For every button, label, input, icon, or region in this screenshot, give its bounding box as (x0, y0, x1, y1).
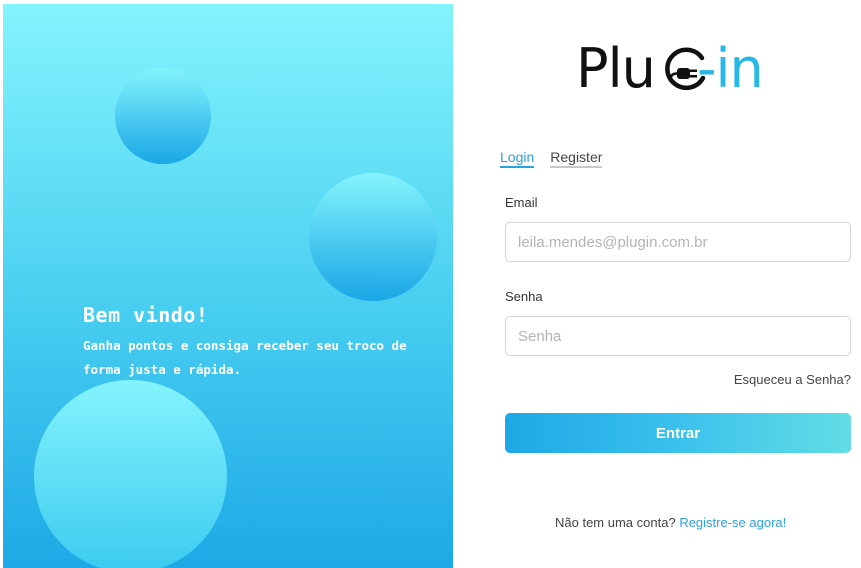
forgot-password-link[interactable]: Esqueceu a Senha? (734, 372, 851, 387)
login-button[interactable]: Entrar (505, 413, 851, 453)
signup-prompt: Não tem uma conta? Registre-se agora! (555, 515, 786, 530)
welcome-text: Ganha pontos e consiga receber seu troco… (83, 338, 407, 377)
decorative-circle-small (115, 68, 211, 164)
email-label: Email (505, 195, 538, 210)
welcome-hero-panel: Bem vindo! Ganha pontos e consiga recebe… (3, 4, 453, 568)
tab-login[interactable]: Login (500, 149, 535, 168)
signup-prompt-text: Não tem uma conta? (555, 515, 676, 530)
plugin-logo: Plu -in (574, 36, 780, 106)
signup-link[interactable]: Registre-se agora! (679, 515, 786, 530)
welcome-title: Bem vindo! (83, 303, 209, 327)
decorative-circle-medium (309, 173, 437, 301)
password-label: Senha (505, 289, 543, 304)
logo-text-accent: -in (697, 37, 764, 100)
email-input[interactable] (505, 222, 851, 262)
decorative-circle-large (34, 380, 227, 568)
password-input[interactable] (505, 316, 851, 356)
tab-register[interactable]: Register (550, 149, 603, 168)
auth-tabs: Login Register (500, 149, 603, 168)
logo-text-dark: Plu (576, 37, 656, 100)
